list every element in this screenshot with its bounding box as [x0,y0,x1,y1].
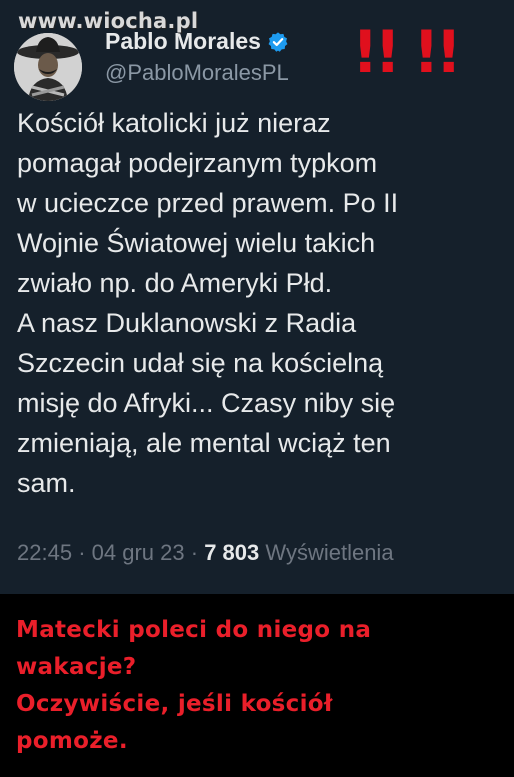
avatar-portrait [14,33,82,101]
tweet-line: zwiało np. do Ameryki Płd. [17,268,333,298]
verified-badge-icon [267,31,289,53]
tweet-line: misję do Afryki... Czasy niby się [17,388,396,418]
meta-separator: · [190,540,199,565]
tweet-line: Kościół katolicki już nieraz [17,108,331,138]
caption-line: Oczywiście, jeśli kościół [16,691,333,717]
alarm-exclamation-marks: !! !! [352,18,462,86]
tweet-line: Szczecin udał się na kościelną [17,348,384,378]
meme-caption: Matecki poleci do niego na wakacje? Oczy… [16,612,506,760]
caption-line: pomoże. [16,728,128,754]
tweet-text: Kościół katolicki już nieraz pomagał pod… [17,103,502,503]
tweet-line: w ucieczce przed prawem. Po II [17,188,399,218]
tweet-line: pomagał podejrzanym typkom [17,148,378,178]
tweet-time[interactable]: 22:45 [17,540,72,565]
tweet-line: Wojnie Światowej wielu takich [17,228,376,258]
author-handle[interactable]: @PabloMoralesPL [105,60,289,86]
views-count: 7 803 [204,540,260,565]
caption-line: wakacje? [16,654,137,680]
tweet-date[interactable]: 04 gru 23 [92,540,185,565]
meme-page: www.wiocha.pl Pablo Morales @PabloMorale… [0,0,514,777]
meta-separator: · [78,540,86,565]
tweet-meta: 22:45 · 04 gru 23 · 7 803 Wyświetlenia [17,540,394,566]
tweet-line: sam. [17,468,76,498]
tweet-line: A nasz Duklanowski z Radia [17,308,357,338]
views-label: Wyświetlenia [265,540,394,565]
caption-line: Matecki poleci do niego na [16,617,372,643]
tweet-line: zmieniają, ale mental wciąż ten [17,428,391,458]
watermark: www.wiocha.pl [18,9,199,33]
avatar[interactable] [14,33,82,101]
tweet-card: www.wiocha.pl Pablo Morales @PabloMorale… [0,0,514,594]
